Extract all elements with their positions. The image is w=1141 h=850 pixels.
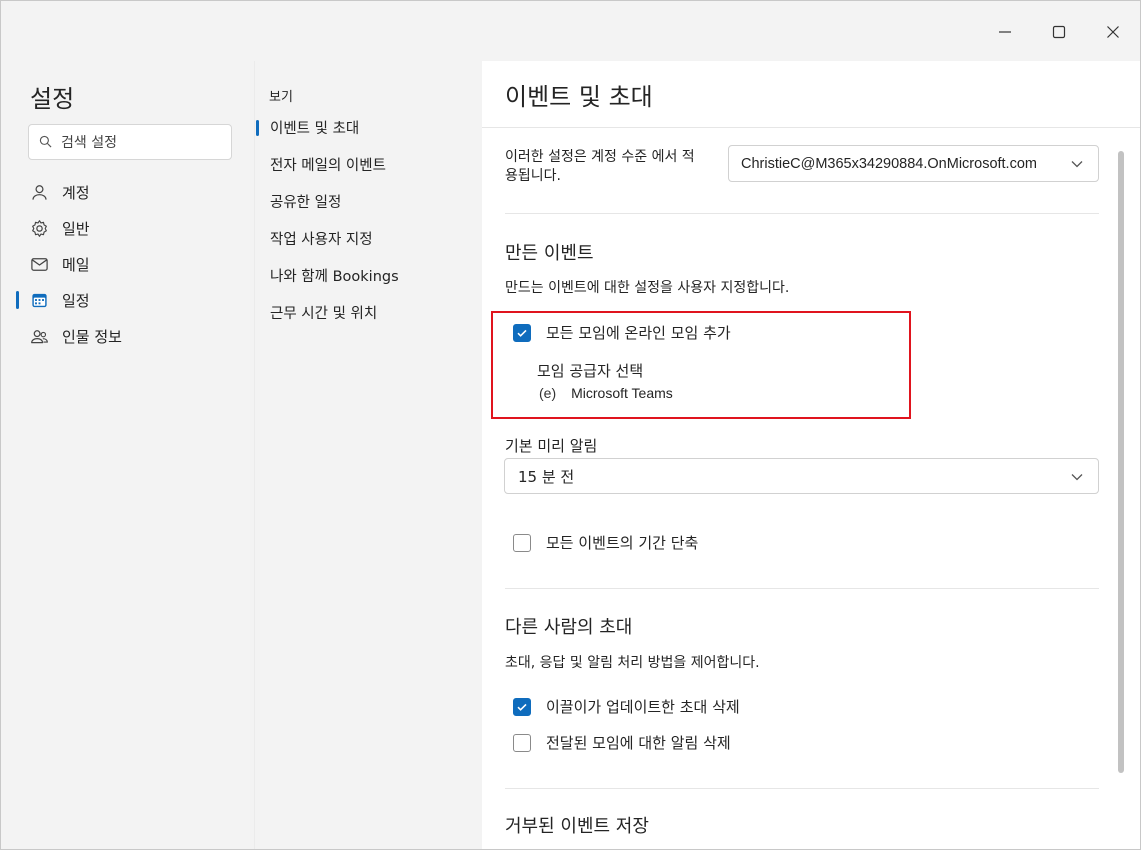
settings-content: 이벤트 및 초대 이러한 설정은 계정 수준 에서 적용됩니다. Christi… bbox=[482, 61, 1140, 849]
subnav-item-shared-calendars[interactable]: 공유한 일정 bbox=[255, 183, 483, 220]
checkbox-label: 모든 이벤트의 기간 단축 bbox=[546, 534, 699, 552]
sidebar-item-general[interactable]: 일반 bbox=[1, 210, 254, 246]
subnav-item-label: 공유한 일정 bbox=[270, 195, 342, 211]
calendar-subnav: 보기 이벤트 및 초대 전자 메일의 이벤트 공유한 일정 작업 사용자 지정 … bbox=[254, 61, 482, 849]
meeting-provider-option[interactable]: (e) Microsoft Teams bbox=[539, 385, 673, 401]
account-dropdown[interactable]: ChristieC@M365x34290884.OnMicrosoft.com bbox=[728, 145, 1099, 182]
checkmark-icon bbox=[517, 703, 527, 711]
subnav-item-label: 전자 메일의 이벤트 bbox=[270, 158, 386, 174]
shorten-events-checkbox[interactable]: 모든 이벤트의 기간 단축 bbox=[513, 532, 698, 553]
account-dropdown-value: ChristieC@M365x34290884.OnMicrosoft.com bbox=[741, 155, 1037, 172]
sidebar-item-label: 계정 bbox=[62, 183, 90, 202]
page-title: 이벤트 및 초대 bbox=[505, 83, 653, 111]
sidebar-item-people[interactable]: 인물 정보 bbox=[1, 318, 254, 354]
active-indicator bbox=[256, 120, 259, 136]
delete-forwarded-notifications-checkbox[interactable]: 전달된 모임에 대한 알림 삭제 bbox=[513, 732, 731, 753]
account-scope-label: 이러한 설정은 계정 수준 에서 적용됩니다. bbox=[505, 149, 695, 184]
checkbox-label: 전달된 모임에 대한 알림 삭제 bbox=[546, 734, 731, 752]
settings-sidebar: 설정 검색 설정 계정 일반 메일 일정 인물 정보 bbox=[1, 61, 254, 849]
default-reminder-label: 기본 미리 알림 bbox=[505, 437, 598, 455]
declined-events-title: 거부된 이벤트 저장 bbox=[505, 816, 649, 837]
default-reminder-value: 15 분 전 bbox=[518, 467, 575, 486]
gear-icon bbox=[29, 218, 49, 238]
scrollbar[interactable] bbox=[1118, 151, 1124, 773]
subnav-item-label: 작업 사용자 지정 bbox=[270, 232, 373, 248]
add-online-meeting-checkbox[interactable]: 모든 모임에 온라인 모임 추가 bbox=[513, 322, 731, 343]
checkbox-label: 이끌이가 업데이트한 초대 삭제 bbox=[546, 698, 740, 716]
invites-section-title: 다른 사람의 초대 bbox=[505, 617, 633, 638]
delete-updated-invites-checkbox[interactable]: 이끌이가 업데이트한 초대 삭제 bbox=[513, 696, 740, 717]
search-placeholder: 검색 설정 bbox=[61, 135, 117, 151]
person-icon bbox=[29, 182, 49, 202]
invites-section-description: 초대, 응답 및 알림 처리 방법을 제어합니다. bbox=[505, 655, 760, 671]
checkbox-unchecked[interactable] bbox=[513, 733, 531, 752]
sidebar-item-label: 메일 bbox=[62, 255, 90, 274]
sidebar-item-label: 일반 bbox=[62, 219, 90, 238]
people-icon bbox=[29, 326, 49, 346]
minimize-button[interactable] bbox=[988, 15, 1022, 49]
subnav-section-label: 보기 bbox=[269, 90, 293, 105]
created-events-description: 만드는 이벤트에 대한 설정을 사용자 지정합니다. bbox=[505, 280, 790, 296]
checkbox-unchecked[interactable] bbox=[513, 533, 531, 552]
close-button[interactable] bbox=[1096, 15, 1130, 49]
checkbox-label: 모든 모임에 온라인 모임 추가 bbox=[546, 324, 731, 342]
checkbox-checked[interactable] bbox=[513, 323, 531, 342]
chevron-down-icon bbox=[1071, 474, 1083, 481]
subnav-item-customize-actions[interactable]: 작업 사용자 지정 bbox=[255, 220, 483, 257]
search-icon bbox=[39, 135, 53, 149]
meeting-provider-value: Microsoft Teams bbox=[571, 385, 673, 401]
subnav-item-events-invites[interactable]: 이벤트 및 초대 bbox=[255, 109, 483, 146]
divider bbox=[505, 588, 1099, 589]
sidebar-item-mail[interactable]: 메일 bbox=[1, 246, 254, 282]
checkbox-checked[interactable] bbox=[513, 697, 531, 716]
sidebar-item-account[interactable]: 계정 bbox=[1, 174, 254, 210]
search-input[interactable]: 검색 설정 bbox=[28, 124, 232, 160]
checkmark-icon bbox=[517, 329, 527, 337]
settings-title: 설정 bbox=[30, 85, 75, 113]
sidebar-item-label: 일정 bbox=[62, 291, 90, 310]
sidebar-item-label: 인물 정보 bbox=[62, 327, 122, 346]
calendar-icon bbox=[29, 290, 49, 310]
settings-window: 설정 검색 설정 계정 일반 메일 일정 인물 정보 보기 이벤트 및 초대 전… bbox=[0, 0, 1141, 850]
divider bbox=[505, 213, 1099, 214]
mail-icon bbox=[29, 254, 49, 274]
divider bbox=[505, 788, 1099, 789]
subnav-item-label: 나와 함께 Bookings bbox=[270, 269, 399, 285]
sidebar-item-calendar[interactable]: 일정 bbox=[1, 282, 254, 318]
close-icon bbox=[1107, 26, 1119, 38]
sidebar-nav: 계정 일반 메일 일정 인물 정보 bbox=[1, 174, 254, 354]
default-reminder-dropdown[interactable]: 15 분 전 bbox=[504, 458, 1099, 494]
subnav-item-label: 이벤트 및 초대 bbox=[270, 121, 360, 137]
subnav-item-label: 근무 시간 및 위치 bbox=[270, 306, 378, 322]
active-indicator bbox=[16, 291, 19, 309]
subnav-item-events-from-email[interactable]: 전자 메일의 이벤트 bbox=[255, 146, 483, 183]
subnav-item-bookings[interactable]: 나와 함께 Bookings bbox=[255, 257, 483, 294]
created-events-title: 만든 이벤트 bbox=[505, 243, 594, 264]
maximize-icon bbox=[1052, 25, 1066, 39]
minimize-icon bbox=[999, 31, 1011, 33]
subnav-list: 이벤트 및 초대 전자 메일의 이벤트 공유한 일정 작업 사용자 지정 나와 … bbox=[255, 109, 483, 331]
title-bar bbox=[1, 1, 1140, 61]
maximize-button[interactable] bbox=[1042, 15, 1076, 49]
subnav-item-work-hours[interactable]: 근무 시간 및 위치 bbox=[255, 294, 483, 331]
chevron-down-icon bbox=[1071, 161, 1083, 168]
teams-icon: (e) bbox=[539, 385, 557, 401]
meeting-provider-label: 모임 공급자 선택 bbox=[537, 362, 644, 380]
content-header: 이벤트 및 초대 bbox=[482, 61, 1140, 128]
